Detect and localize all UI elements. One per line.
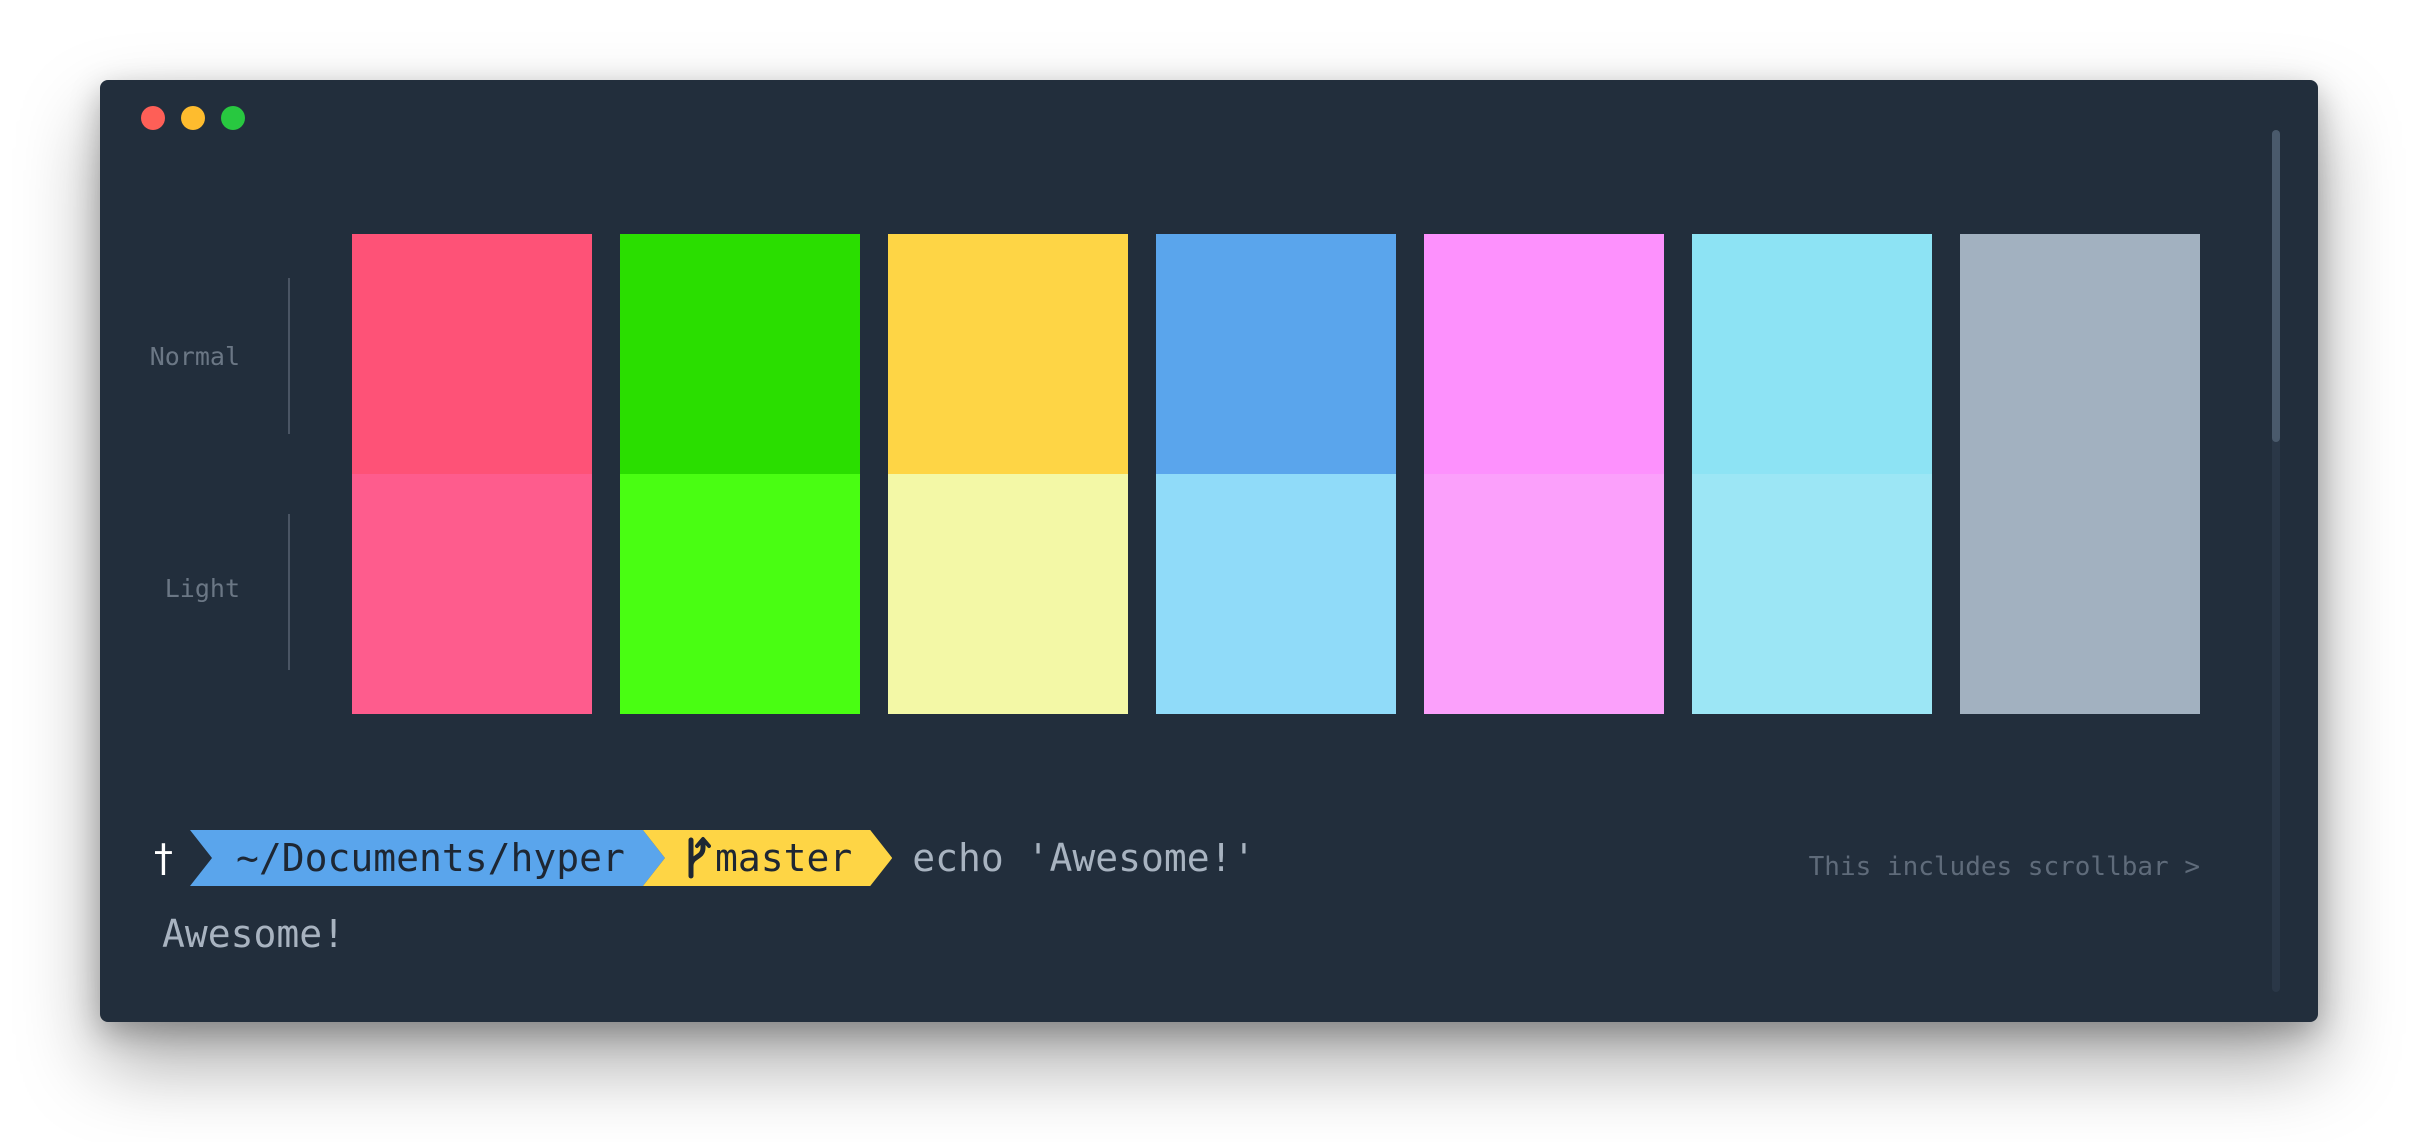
- window-controls: [141, 106, 245, 130]
- swatch-light: [352, 474, 592, 714]
- swatch-normal: [352, 234, 592, 474]
- swatch-normal: [1960, 234, 2200, 474]
- maximize-button[interactable]: [221, 106, 245, 130]
- terminal-window: Normal Light † ~/Documents/hyper master …: [100, 80, 2318, 1022]
- swatch-light: [1424, 474, 1664, 714]
- swatch-normal: [1156, 234, 1396, 474]
- swatch-light: [1692, 474, 1932, 714]
- row-divider-light: [288, 514, 290, 670]
- swatch-column: [1960, 234, 2200, 714]
- swatch-normal: [1424, 234, 1664, 474]
- swatch-normal: [888, 234, 1128, 474]
- swatch-light: [1960, 474, 2200, 714]
- color-swatches: [352, 234, 2200, 714]
- row-label-normal: Normal: [149, 342, 240, 371]
- row-label-light: Light: [164, 574, 240, 603]
- scrollbar-thumb[interactable]: [2272, 130, 2280, 442]
- git-branch-icon: [683, 836, 711, 880]
- prompt-path-segment: ~/Documents/hyper: [190, 830, 665, 886]
- swatch-normal: [620, 234, 860, 474]
- swatch-light: [1156, 474, 1396, 714]
- command-output: Awesome!: [162, 912, 346, 956]
- scrollbar-hint: This includes scrollbar >: [1808, 852, 2200, 882]
- swatch-column: [1424, 234, 1664, 714]
- prompt-symbol: †: [152, 836, 175, 880]
- swatch-column: [620, 234, 860, 714]
- shell-prompt: † ~/Documents/hyper master echo 'Awesome…: [152, 830, 1255, 886]
- row-divider-normal: [288, 278, 290, 434]
- swatch-column: [1692, 234, 1932, 714]
- close-button[interactable]: [141, 106, 165, 130]
- prompt-path: ~/Documents/hyper: [236, 836, 625, 880]
- swatch-light: [888, 474, 1128, 714]
- prompt-command[interactable]: echo 'Awesome!': [912, 836, 1255, 880]
- prompt-branch: master: [714, 836, 853, 880]
- swatch-column: [888, 234, 1128, 714]
- scrollbar[interactable]: [2272, 130, 2280, 992]
- screenshot-stage: Normal Light † ~/Documents/hyper master …: [0, 0, 2418, 1142]
- swatch-column: [1156, 234, 1396, 714]
- minimize-button[interactable]: [181, 106, 205, 130]
- swatch-light: [620, 474, 860, 714]
- swatch-normal: [1692, 234, 1932, 474]
- prompt-git-segment: master: [643, 830, 892, 886]
- swatch-column: [352, 234, 592, 714]
